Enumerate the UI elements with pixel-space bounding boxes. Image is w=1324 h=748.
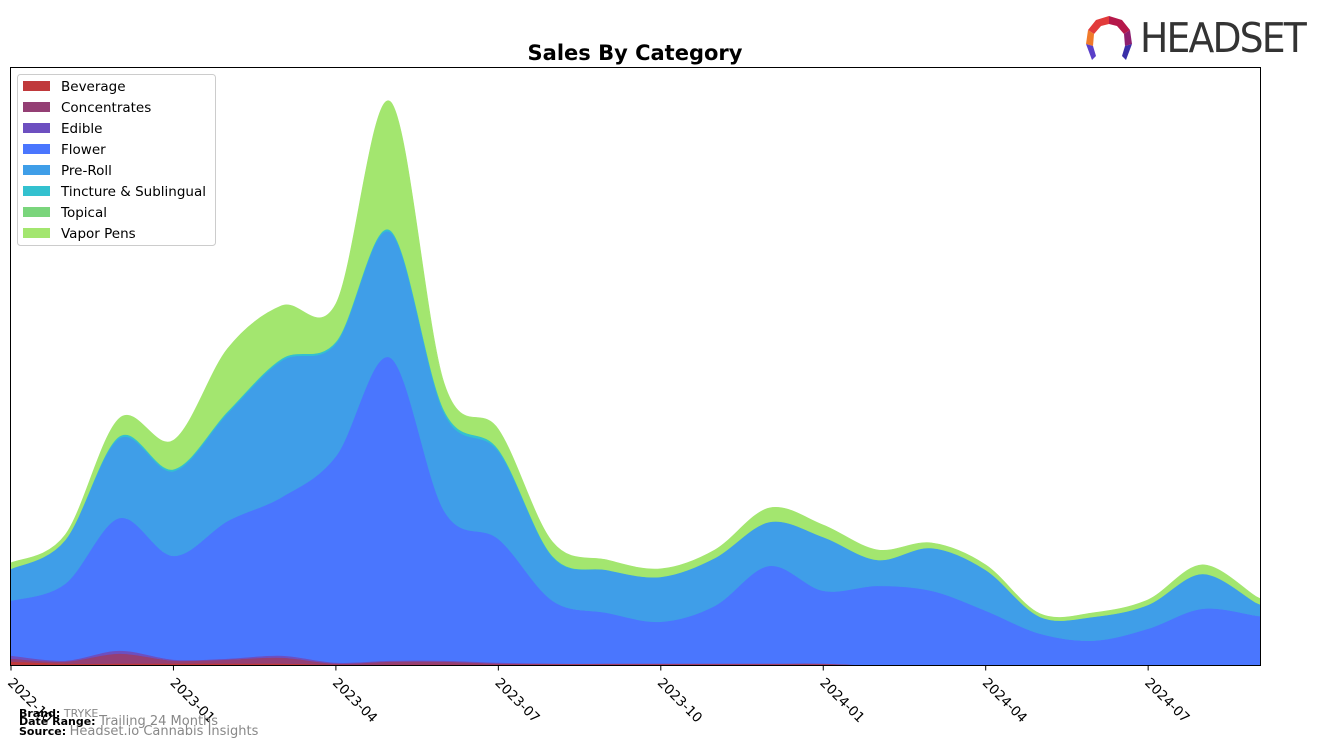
x-tick-label: 2024-07 (1141, 675, 1192, 726)
legend-label-vapor-pens: Vapor Pens (61, 226, 136, 242)
legend-swatch-tincture-sublingual (23, 186, 50, 196)
legend-swatch-topical (23, 207, 50, 217)
legend-label-concentrates: Concentrates (61, 100, 151, 116)
legend-swatch-concentrates (23, 102, 50, 112)
x-tick-label: 2024-04 (979, 675, 1030, 726)
footer-source-label: Source: (19, 725, 67, 738)
x-tick-label: 2024-01 (816, 675, 867, 726)
legend-label-edible: Edible (61, 121, 102, 137)
legend-swatch-beverage (23, 81, 50, 91)
legend: Beverage Concentrates Edible Flower Pre-Roll… (17, 74, 216, 246)
legend-label-tincture-sublingual: Tincture & Sublingual (60, 184, 206, 200)
legend-swatch-flower (23, 144, 50, 154)
x-tick-label: 2023-04 (329, 675, 380, 726)
headset-logo-text: HEADSET (1140, 14, 1307, 62)
x-tick-label: 2023-07 (492, 675, 543, 726)
headset-logo-icon (1086, 16, 1132, 60)
legend-swatch-vapor-pens (23, 228, 50, 238)
legend-label-flower: Flower (61, 142, 106, 158)
legend-label-topical: Topical (60, 205, 107, 221)
legend-swatch-edible (23, 123, 50, 133)
footer-source: Source: Headset.io Cannabis Insights (19, 724, 259, 739)
footer-source-value: Headset.io Cannabis Insights (69, 724, 259, 739)
chart-title: Sales By Category (528, 41, 743, 65)
legend-label-pre-roll: Pre-Roll (61, 163, 112, 179)
x-tick-label: 2023-10 (654, 675, 705, 726)
legend-swatch-pre-roll (23, 165, 50, 175)
legend-label-beverage: Beverage (61, 79, 126, 95)
sales-by-category-chart: Sales By Category 2022-10 2023-01 2023-04 2… (4, 41, 1261, 726)
